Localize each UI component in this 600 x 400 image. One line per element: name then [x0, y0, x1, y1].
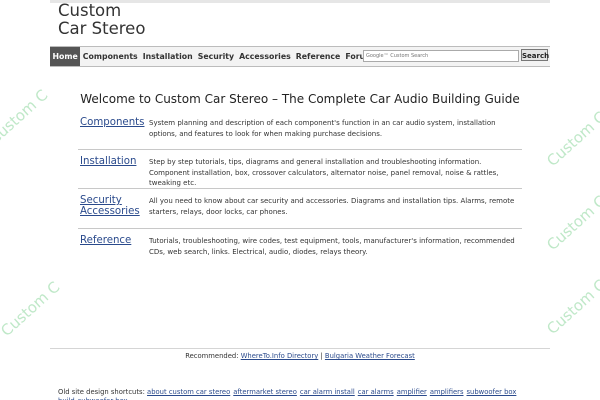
section-description: Step by step tutorials, tips, diagrams a… [149, 158, 499, 187]
nav-item-installation[interactable]: Installation [140, 47, 195, 66]
shortcut-link[interactable]: aftermarket stereo [233, 388, 297, 396]
page-heading: Welcome to Custom Car Stereo – The Compl… [80, 92, 520, 106]
section-title-link[interactable]: Components [80, 117, 150, 128]
section-description: Tutorials, troubleshooting, wire codes, … [149, 237, 515, 256]
watermark-text: Custom C [543, 191, 600, 255]
site-title-line-2: Car Stereo [58, 19, 146, 38]
shortcuts-label: Old site design shortcuts: [58, 388, 145, 396]
section-title-link[interactable]: Security Accessories [80, 195, 150, 217]
shortcut-link[interactable]: car alarms [358, 388, 394, 396]
page-container: Custom Car Stereo Home Components Installa… [50, 0, 550, 400]
watermark-text: Custom C [543, 275, 600, 339]
section-title-line: Installation [80, 156, 137, 167]
search-input[interactable] [363, 50, 519, 62]
shortcut-link[interactable]: amplifier [397, 388, 427, 396]
section-divider [78, 228, 522, 229]
section-title-link[interactable]: Installation [80, 156, 150, 167]
old-site-shortcuts: Old site design shortcuts: about custom … [58, 388, 550, 400]
shortcut-link[interactable]: subwoofer box [78, 397, 128, 400]
section-divider [78, 188, 522, 189]
shortcut-link[interactable]: about custom car stereo [147, 388, 230, 396]
section-title-link[interactable]: Reference [80, 235, 150, 246]
section-divider [78, 149, 522, 150]
navigation-bar: Home Components Installation Security Access… [50, 46, 550, 67]
recommended-links: Recommended: WhereTo.Info Directory | Bu… [50, 352, 550, 360]
section-title-line: Accessories [80, 206, 140, 217]
section-title-line: Reference [80, 235, 132, 246]
site-title-line-1: Custom [58, 1, 122, 20]
section-description: All you need to know about car security … [149, 197, 515, 216]
site-title[interactable]: Custom Car Stereo [58, 2, 145, 38]
nav-item-security[interactable]: Security [195, 47, 236, 66]
shortcut-link[interactable]: car alarm install [300, 388, 355, 396]
link-separator: | [320, 352, 323, 360]
nav-item-reference[interactable]: Reference [293, 47, 343, 66]
watermark-text: Custom C [543, 107, 600, 171]
recommended-label: Recommended: [185, 352, 239, 360]
nav-item-home[interactable]: Home [50, 47, 81, 66]
shortcut-link[interactable]: amplifiers [430, 388, 464, 396]
link-whereto-directory[interactable]: WhereTo.Info Directory [241, 352, 319, 360]
search-button[interactable]: Search [521, 49, 549, 61]
watermark-text: Custom C [0, 85, 52, 149]
nav-item-accessories[interactable]: Accessories [237, 47, 294, 66]
section-title-line: Security [80, 195, 122, 206]
section-description: System planning and description of each … [149, 119, 496, 138]
footer-divider [50, 348, 550, 349]
link-bulgaria-weather[interactable]: Bulgaria Weather Forecast [325, 352, 415, 360]
section-title-line: Components [80, 117, 145, 128]
nav-item-components[interactable]: Components [80, 47, 140, 66]
